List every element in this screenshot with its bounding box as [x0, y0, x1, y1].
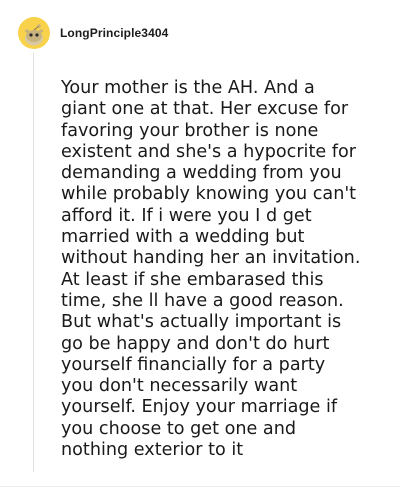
comment-body: Your mother is the AH. And a giant one a… [61, 78, 361, 461]
comment-header: LongPrinciple3404 [18, 16, 168, 50]
comment-card: LongPrinciple3404 Your mother is the AH.… [0, 0, 400, 487]
thread-line[interactable] [33, 52, 34, 472]
reddit-snoo-avatar-icon [25, 24, 43, 46]
username[interactable]: LongPrinciple3404 [60, 26, 168, 40]
avatar[interactable] [18, 17, 50, 49]
